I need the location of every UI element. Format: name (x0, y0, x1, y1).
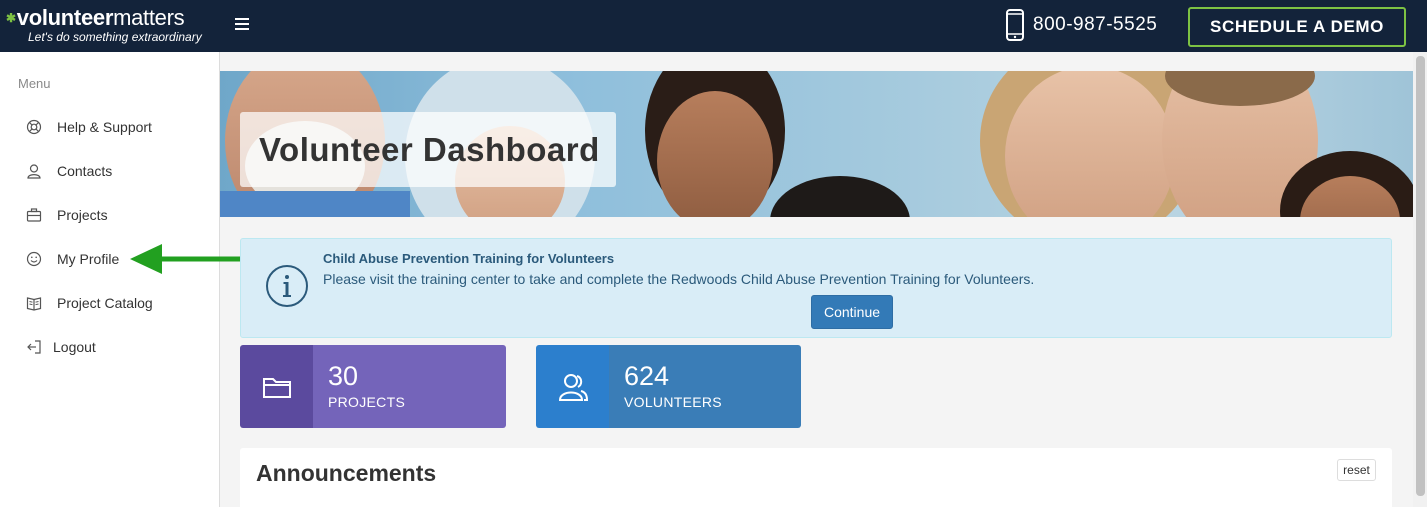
sidebar-item-projects[interactable]: Projects (26, 204, 108, 226)
book-icon (26, 297, 42, 311)
projects-stat-tile[interactable]: 30 PROJECTS (240, 345, 506, 428)
sidebar-item-label: Help & Support (57, 119, 152, 135)
sidebar: Menu Help & Support Contacts Projects My… (0, 52, 220, 507)
announcements-panel: Announcements reset (240, 448, 1392, 507)
logo-tagline: Let's do something extraordinary (28, 30, 202, 44)
page-scrollbar-thumb[interactable] (1416, 56, 1425, 496)
mobile-phone-icon (1006, 9, 1024, 41)
projects-label: PROJECTS (328, 394, 406, 410)
hero-banner: Volunteer Dashboard (220, 71, 1413, 217)
projects-count: 30 (328, 361, 359, 391)
sidebar-item-label: Logout (53, 339, 96, 355)
sidebar-item-my-profile[interactable]: My Profile (26, 248, 119, 270)
hero-title-box: Volunteer Dashboard (240, 112, 616, 187)
volunteers-tile-body: 624 VOLUNTEERS (609, 345, 801, 428)
announcements-title: Announcements (256, 460, 437, 486)
projects-tile-body: 30 PROJECTS (313, 345, 506, 428)
menu-heading: Menu (18, 76, 51, 91)
smiley-icon (26, 251, 42, 267)
continue-button[interactable]: Continue (811, 295, 893, 329)
info-icon (266, 265, 308, 307)
phone-number: 800-987-5525 (1033, 14, 1158, 35)
logo[interactable]: ✱volunteermatters Let's do something ext… (6, 6, 221, 45)
logo-bold-text: volunteer (16, 5, 114, 30)
sidebar-item-contacts[interactable]: Contacts (26, 160, 112, 182)
lifebuoy-icon (26, 119, 42, 135)
folder-icon (262, 377, 291, 398)
logo-light-text: matters (113, 5, 185, 30)
users-icon (558, 373, 588, 401)
top-navbar: ✱volunteermatters Let's do something ext… (0, 0, 1427, 52)
sidebar-item-project-catalog[interactable]: Project Catalog (26, 292, 153, 314)
volunteers-label: VOLUNTEERS (624, 394, 722, 410)
sidebar-item-label: My Profile (57, 251, 120, 267)
logout-icon (27, 340, 41, 354)
sidebar-item-help-support[interactable]: Help & Support (26, 116, 152, 138)
volunteers-stat-tile[interactable]: 624 VOLUNTEERS (536, 345, 801, 428)
projects-tile-icon-area (240, 345, 313, 428)
training-alert: Child Abuse Prevention Training for Volu… (240, 238, 1392, 338)
sidebar-item-label: Contacts (57, 163, 113, 179)
schedule-demo-button[interactable]: SCHEDULE A DEMO (1188, 7, 1406, 47)
page-title: Volunteer Dashboard (259, 130, 600, 168)
phone-contact[interactable]: 800-987-5525 (1005, 9, 1157, 41)
briefcase-icon (26, 208, 42, 222)
hamburger-menu-icon[interactable] (235, 18, 249, 32)
contact-icon (27, 164, 41, 179)
logo-dots-icon: ✱ (6, 11, 16, 25)
volunteers-tile-icon-area (536, 345, 609, 428)
sidebar-item-label: Projects (57, 207, 108, 223)
alert-title: Child Abuse Prevention Training for Volu… (323, 251, 615, 266)
logo-wordmark: ✱volunteermatters (6, 6, 221, 30)
volunteers-count: 624 (624, 361, 670, 391)
alert-text: Please visit the training center to take… (323, 271, 1035, 287)
sidebar-item-logout[interactable]: Logout (26, 336, 96, 358)
reset-button[interactable]: reset (1337, 459, 1376, 481)
sidebar-item-label: Project Catalog (57, 295, 153, 311)
